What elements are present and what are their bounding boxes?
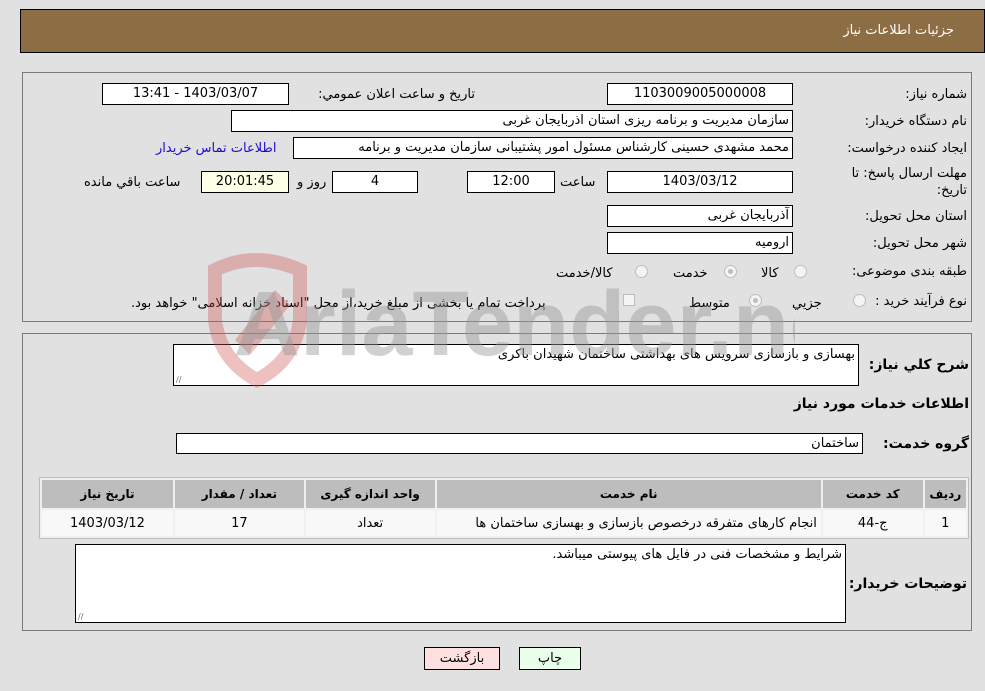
- summary-textarea[interactable]: بهسازی و بازسازی سرویس های بهداشتی ساختم…: [173, 344, 859, 386]
- cell-need-date: 1403/03/12: [42, 510, 173, 536]
- buyer-notes-textarea[interactable]: شرایط و مشخصات فنی در فایل های پیوستی می…: [75, 544, 846, 623]
- buyer-org-field: سازمان مدیریت و برنامه ریزی استان اذربای…: [231, 110, 793, 132]
- service-group-field: ساختمان: [176, 433, 863, 454]
- cell-service-name: انجام کارهای متفرقه درخصوص بازسازی و بهس…: [436, 510, 821, 536]
- print-button[interactable]: چاپ: [519, 647, 581, 670]
- buyer-notes-text: شرایط و مشخصات فنی در فایل های پیوستی می…: [552, 547, 842, 562]
- col-service-code: کد خدمت: [822, 480, 923, 508]
- resize-handle-icon[interactable]: ∕∕: [176, 375, 185, 384]
- deadline-label: مهلت ارسال پاسخ: تا تاریخ:: [851, 166, 967, 198]
- summary-text: بهسازی و بازسازی سرویس های بهداشتی ساختم…: [497, 347, 855, 362]
- days-remaining-field: 4: [332, 171, 418, 193]
- city-field: ارومیه: [607, 232, 793, 254]
- services-table: ردیف کد خدمت نام خدمت واحد اندازه گیری ت…: [39, 477, 969, 539]
- need-number-field: 1103009005000008: [607, 83, 793, 105]
- category-option-goods-service: کالا/خدمت: [556, 266, 613, 281]
- remaining-time-field: 20:01:45: [201, 171, 289, 193]
- buyer-contact-link[interactable]: اطلاعات تماس خریدار: [156, 141, 276, 156]
- category-label: طبقه بندی موضوعی:: [851, 264, 967, 279]
- creator-field: محمد مشهدی حسینی کارشناس مسئول امور پشتی…: [293, 137, 793, 159]
- category-radio-service[interactable]: [724, 265, 737, 278]
- process-radio-minor[interactable]: [853, 294, 866, 307]
- page-title: جزئیات اطلاعات نیاز: [843, 23, 954, 38]
- cell-quantity: 17: [174, 510, 304, 536]
- creator-label: ایجاد کننده درخواست:: [847, 141, 967, 156]
- buyer-org-label: نام دستگاه خریدار:: [864, 114, 967, 129]
- category-option-goods: کالا: [761, 266, 779, 281]
- province-field: آذربایجان غربی: [607, 205, 793, 227]
- announce-datetime-field: 1403/03/07 - 13:41: [102, 83, 289, 105]
- col-quantity: تعداد / مقدار: [174, 480, 304, 508]
- deadline-time-label: ساعت: [560, 175, 596, 190]
- process-label: نوع فرآیند خرید :: [875, 294, 967, 309]
- back-button[interactable]: بازگشت: [424, 647, 500, 670]
- announce-label: تاریخ و ساعت اعلان عمومي:: [318, 87, 475, 102]
- col-need-date: تاریخ نیاز: [42, 480, 173, 508]
- need-number-label: شماره نیاز:: [905, 87, 967, 102]
- treasury-checkbox[interactable]: [623, 294, 635, 306]
- page-header: جزئیات اطلاعات نیاز: [20, 9, 985, 53]
- col-row-number: ردیف: [924, 480, 966, 508]
- process-option-minor: جزيي: [792, 296, 822, 311]
- summary-label: شرح كلي نياز:: [868, 357, 969, 373]
- cell-row-number: 1: [924, 510, 966, 536]
- days-label: روز و: [297, 175, 327, 190]
- cell-service-code: ج-44: [822, 510, 923, 536]
- col-unit: واحد اندازه گیری: [305, 480, 435, 508]
- buyer-notes-label: توضیحات خریدار:: [848, 576, 967, 592]
- col-service-name: نام خدمت: [436, 480, 821, 508]
- category-radio-goods-service[interactable]: [635, 265, 648, 278]
- deadline-time-field: 12:00: [467, 171, 555, 193]
- process-radio-medium[interactable]: [749, 294, 762, 307]
- resize-handle-icon[interactable]: ∕∕: [78, 612, 87, 621]
- province-label: استان محل تحویل:: [865, 209, 967, 224]
- category-option-service: خدمت: [673, 266, 708, 281]
- deadline-date-field: 1403/03/12: [607, 171, 793, 193]
- category-radio-goods[interactable]: [794, 265, 807, 278]
- process-option-medium: متوسط: [689, 296, 730, 311]
- table-row: 1 ج-44 انجام کارهای متفرقه درخصوص بازساز…: [42, 510, 966, 536]
- table-header-row: ردیف کد خدمت نام خدمت واحد اندازه گیری ت…: [42, 480, 966, 508]
- city-label: شهر محل تحویل:: [872, 236, 967, 251]
- cell-unit: تعداد: [305, 510, 435, 536]
- treasury-note: پرداخت تمام یا بخشی از مبلغ خرید،از محل …: [131, 296, 546, 311]
- remaining-time-label: ساعت باقي مانده: [84, 175, 181, 190]
- service-group-label: گروه خدمت:: [883, 436, 969, 452]
- services-section-title: اطلاعات خدمات مورد نیاز: [793, 396, 969, 412]
